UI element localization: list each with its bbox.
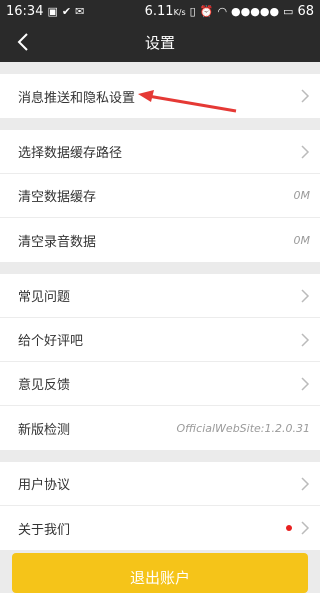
signal-icon: ●●●●● [231,4,280,18]
battery-level: 68 [297,3,314,19]
row-label: 新版检测 [18,422,71,438]
clock: 16:34 [6,3,44,19]
row-about-us[interactable]: 关于我们 [0,506,320,550]
check-circle-icon: ✔ [61,4,72,18]
battery-icon: ▭ [283,4,294,18]
chevron-right-icon [301,89,310,103]
status-bar: 16:34 ▣ ✔ ✉ 6.11K/s ▯ ⏰ ◠ ●●●●● ▭ 68 [0,0,320,22]
row-faq[interactable]: 常见问题 [0,274,320,318]
wifi-icon: ◠ [217,4,228,18]
annotation-arrow-icon [138,90,237,113]
page-title: 设置 [144,33,175,52]
version-text: OfficialWebSite:1.2.0.31 [176,421,311,435]
chevron-right-icon [301,288,310,303]
row-cache-path[interactable]: 选择数据缓存路径 [0,130,320,174]
chevron-right-icon [301,144,310,159]
row-user-agreement[interactable]: 用户协议 [0,462,320,506]
row-label: 给个好评吧 [18,334,84,349]
chevron-right-icon [301,521,310,535]
row-clear-recordings[interactable]: 清空录音数据 0M [0,218,320,262]
logout-label: 退出账户 [129,569,190,587]
row-label: 意见反馈 [18,378,71,393]
row-label: 用户协议 [18,478,71,493]
image-icon: ▣ [47,4,58,18]
row-feedback[interactable]: 意见反馈 [0,362,320,406]
row-label: 清空录音数据 [18,234,97,250]
back-button[interactable] [10,29,36,55]
logout-button[interactable]: 退出账户 [12,553,308,593]
row-label: 清空数据缓存 [18,190,97,205]
row-label: 消息推送和隐私设置 [18,90,136,106]
settings-group-about: 用户协议 关于我们 [0,462,320,550]
chevron-left-icon [17,33,28,51]
row-label: 选择数据缓存路径 [18,146,123,161]
recording-size: 0M [293,233,311,247]
alarm-icon: ⏰ [199,4,214,18]
mail-icon: ✉ [75,4,85,18]
settings-group-support: 常见问题 给个好评吧 意见反馈 新版检测 OfficialWebSite:1.2… [0,274,320,450]
row-label: 常见问题 [18,290,71,305]
vibrate-icon: ▯ [189,4,196,18]
settings-group-storage: 选择数据缓存路径 清空数据缓存 0M 清空录音数据 0M [0,130,320,262]
row-rate-app[interactable]: 给个好评吧 [0,318,320,362]
network-speed: 6.11K/s [144,3,186,19]
chevron-right-icon [301,376,310,391]
row-label: 关于我们 [18,522,71,538]
chevron-right-icon [301,476,310,491]
notification-dot [286,525,292,531]
chevron-right-icon [301,332,310,347]
row-check-update[interactable]: 新版检测 OfficialWebSite:1.2.0.31 [0,406,320,450]
title-bar: 设置 [0,22,320,62]
cache-size: 0M [293,189,311,202]
row-clear-cache[interactable]: 清空数据缓存 0M [0,174,320,218]
